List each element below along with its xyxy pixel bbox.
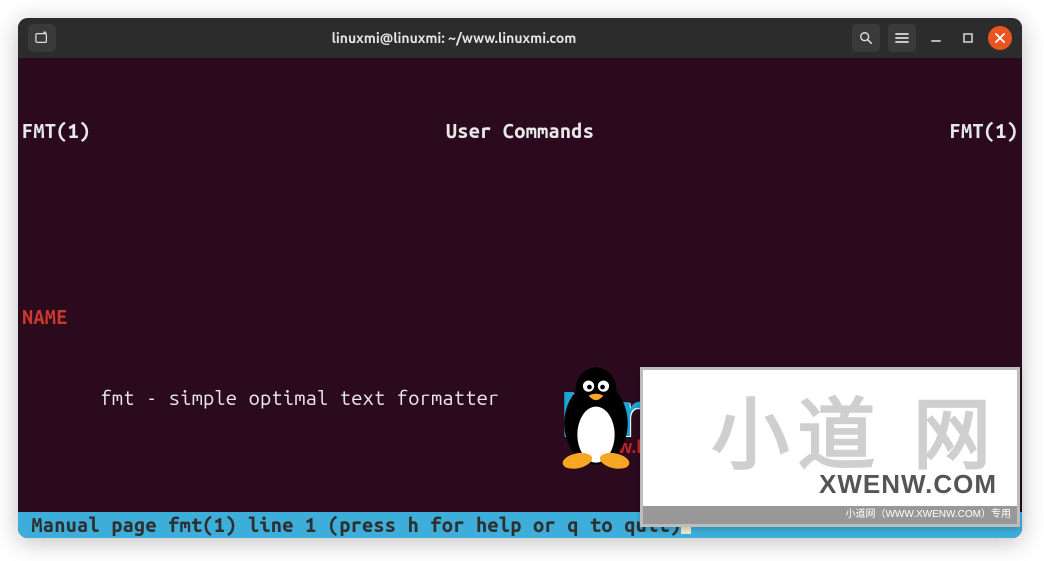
maximize-icon <box>962 32 974 44</box>
watermark-xwenw-box: 小道 网 XWENW.COM 小道网（WWW.XWENW.COM）专用 <box>640 367 1020 527</box>
new-tab-button[interactable] <box>28 24 56 52</box>
close-icon <box>994 32 1006 44</box>
watermark-xwenw: XWENW.COM <box>819 469 997 500</box>
minimize-icon <box>930 32 942 44</box>
man-header-center: User Commands <box>90 118 949 145</box>
search-icon <box>859 31 873 45</box>
hamburger-icon <box>895 32 909 44</box>
close-button[interactable] <box>988 26 1012 50</box>
minimize-button[interactable] <box>924 26 948 50</box>
titlebar: linuxmi@linuxmi: ~/www.linuxmi.com <box>18 18 1022 58</box>
section-name: NAME <box>22 304 1018 331</box>
new-tab-icon <box>35 31 49 45</box>
search-button[interactable] <box>852 24 880 52</box>
man-header-left: FMT(1) <box>22 118 90 145</box>
man-header-right: FMT(1) <box>950 118 1018 145</box>
menu-button[interactable] <box>888 24 916 52</box>
window-title: linuxmi@linuxmi: ~/www.linuxmi.com <box>64 30 844 46</box>
watermark-footer: 小道网（WWW.XWENW.COM）专用 <box>643 506 1017 524</box>
status-text: Manual page fmt(1) line 1 (press h for h… <box>31 513 681 536</box>
titlebar-right <box>852 24 1012 52</box>
titlebar-left <box>28 24 56 52</box>
man-header-line: FMT(1) User Commands FMT(1) <box>22 118 1018 145</box>
maximize-button[interactable] <box>956 26 980 50</box>
